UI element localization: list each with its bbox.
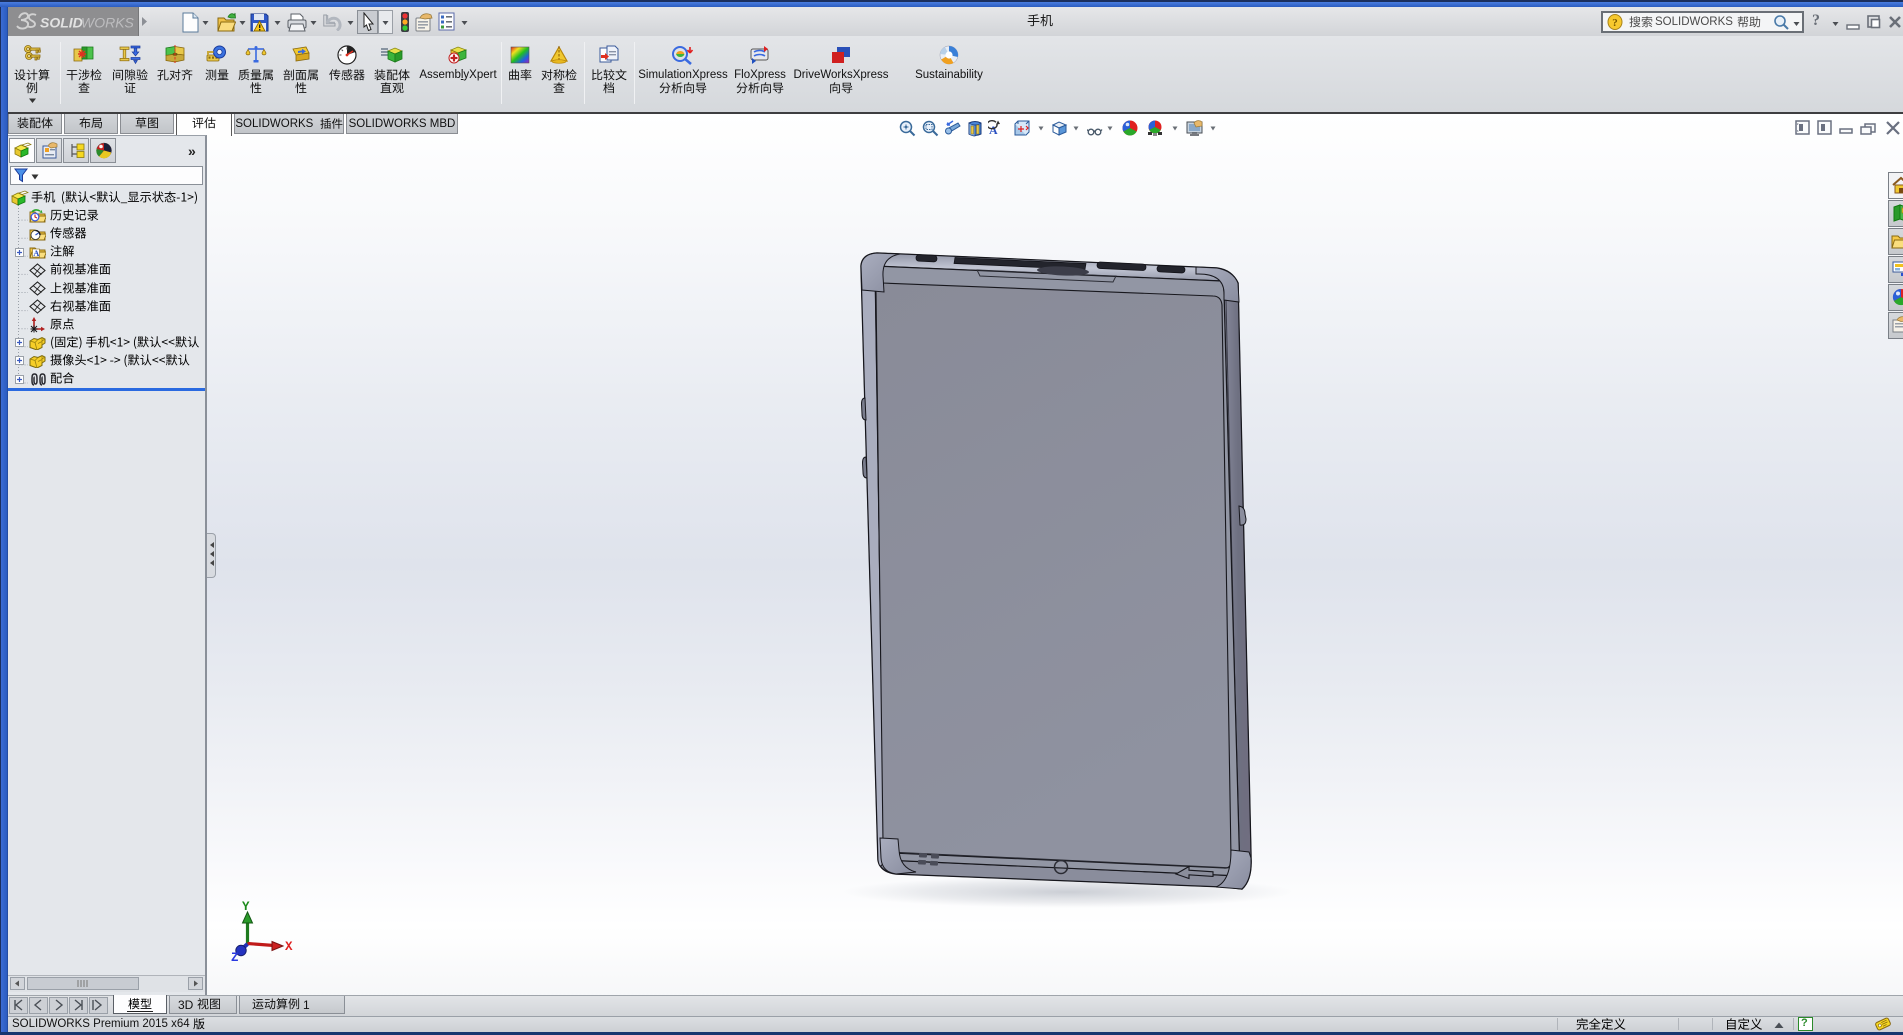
svg-text:X: X bbox=[285, 940, 293, 954]
svg-text:SOLID: SOLID bbox=[40, 15, 83, 31]
svg-text:Z: Z bbox=[231, 951, 239, 962]
svg-text:WORKS: WORKS bbox=[81, 15, 135, 31]
svg-text:?: ? bbox=[1612, 17, 1618, 29]
svg-text:A: A bbox=[33, 248, 40, 258]
svg-text:Y: Y bbox=[242, 900, 250, 914]
